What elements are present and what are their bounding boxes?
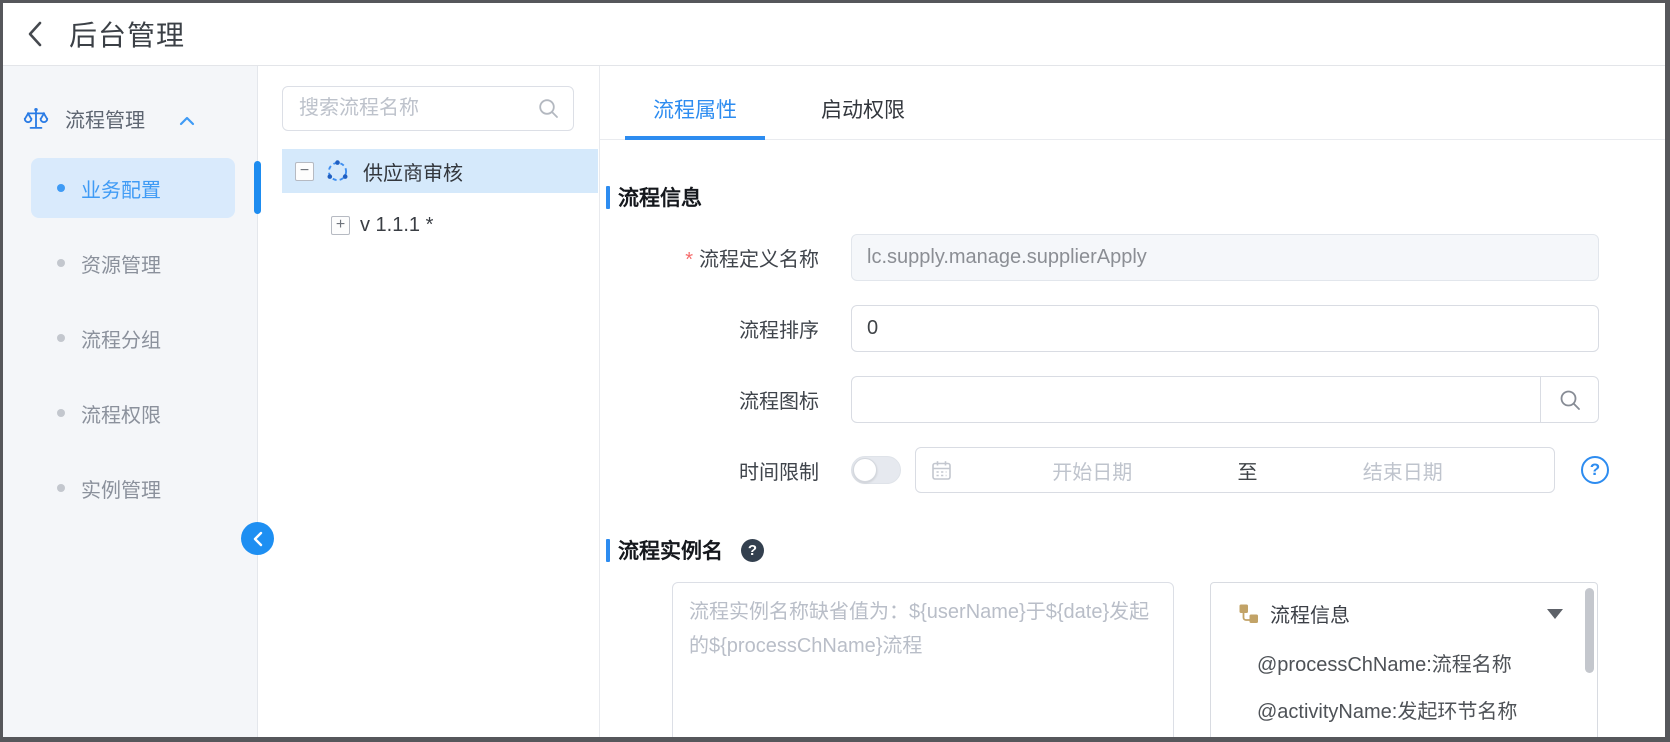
sitemap-icon [1237,602,1260,625]
field-label: 流程图标 [625,385,819,414]
section-accent-bar [606,539,610,562]
search-icon [1558,388,1582,412]
sidebar-group-label: 流程管理 [65,104,145,133]
section-accent-bar [606,186,610,209]
section-header-instance-name: 流程实例名 ? [606,535,1665,565]
panel-scrollbar[interactable] [1585,588,1594,673]
sidebar-item-process-permission[interactable]: 流程权限 [31,383,235,443]
bullet-dot-icon [57,409,65,417]
balance-scale-icon [23,106,49,132]
required-asterisk: * [685,249,693,271]
bullet-dot-icon [57,184,65,192]
tree-node-version[interactable]: + v 1.1.1 * [282,207,599,243]
sidebar-item-instance-management[interactable]: 实例管理 [31,458,235,518]
icon-search-button[interactable] [1541,376,1599,423]
variable-group-label: 流程信息 [1270,599,1350,628]
field-label: 时间限制 [625,456,819,485]
end-date-placeholder: 结束日期 [1264,456,1543,485]
sidebar-nav: 业务配置 资源管理 流程分组 流程权限 实例管理 [3,158,257,518]
variable-item-activityName[interactable]: @activityName:发起环节名称 [1257,689,1597,736]
tab-process-properties[interactable]: 流程属性 [625,94,765,140]
back-button[interactable] [19,17,53,51]
tree-node-label: v 1.1.1 * [360,214,433,237]
time-limit-help-icon[interactable]: ? [1581,456,1609,484]
date-range-picker[interactable]: 开始日期 至 结束日期 [915,447,1555,493]
variable-list: @processChName:流程名称 @activityName:发起环节名称 [1257,642,1597,736]
sidebar-item-label: 实例管理 [81,474,161,503]
bullet-dot-icon [57,259,65,267]
search-icon [537,97,560,120]
process-icon-input[interactable] [851,376,1541,423]
caret-down-icon [1547,609,1563,619]
tree-node-supplier-review[interactable]: − 供应商审核 [282,149,598,193]
expand-expander-icon[interactable]: + [331,216,350,235]
header: 后台管理 [3,3,1665,66]
page-title: 后台管理 [69,14,185,54]
start-date-placeholder: 开始日期 [953,456,1232,485]
instance-name-row: 流程信息 @processChName:流程名称 @activityName:发… [672,582,1665,737]
sidebar-item-label: 流程分组 [81,324,161,353]
process-cycle-icon [324,158,351,185]
collapse-expander-icon[interactable]: − [295,162,314,181]
sidebar-group-process-management[interactable]: 流程管理 [3,66,257,133]
calendar-icon [930,459,953,482]
process-tree: − 供应商审核 + v 1.1.1 * [282,149,599,243]
sidebar-item-process-group[interactable]: 流程分组 [31,308,235,368]
instance-name-textarea[interactable] [672,582,1174,737]
bullet-dot-icon [57,484,65,492]
definition-name-input[interactable] [851,234,1599,281]
process-tree-panel: − 供应商审核 + v 1.1.1 * [258,66,600,737]
form-row-definition-name: *流程定义名称 [625,234,1665,281]
sidebar-item-business-config[interactable]: 业务配置 [31,158,235,218]
tab-start-permission[interactable]: 启动权限 [793,94,933,140]
section-header-process-info: 流程信息 [606,182,1665,212]
toggle-knob [853,458,877,482]
process-info-form: *流程定义名称 流程排序 流程图标 [625,234,1665,493]
sidebar-item-label: 流程权限 [81,399,161,428]
section-title: 流程实例名 [618,535,723,565]
variable-group-process-info[interactable]: 流程信息 [1237,599,1577,628]
app-window: 后台管理 流程管理 [0,0,1670,742]
instance-name-help-icon[interactable]: ? [741,539,764,562]
bullet-dot-icon [57,334,65,342]
sidebar-item-resource-management[interactable]: 资源管理 [31,233,235,293]
chevron-up-icon [179,116,195,126]
chevron-left-icon [24,19,48,49]
section-title: 流程信息 [618,182,702,212]
chevron-left-icon [251,531,264,547]
field-label: 流程排序 [625,314,819,343]
sidebar-collapse-button[interactable] [241,522,274,555]
sidebar: 流程管理 业务配置 资源管理 流程分组 [3,66,258,737]
time-limit-toggle[interactable] [851,456,901,484]
form-row-process-order: 流程排序 [625,305,1665,352]
tab-bar: 流程属性 启动权限 [600,94,1665,140]
date-separator: 至 [1232,456,1264,485]
active-item-indicator [254,161,261,214]
sidebar-item-label: 资源管理 [81,249,161,278]
form-row-time-limit: 时间限制 [625,447,1665,493]
field-label: *流程定义名称 [625,243,819,272]
search-box [282,86,574,131]
search-input[interactable] [282,86,574,131]
tree-node-label: 供应商审核 [363,157,463,186]
main-content: 流程属性 启动权限 流程信息 *流程定义名称 流程排序 [600,66,1665,737]
variable-picker-panel: 流程信息 @processChName:流程名称 @activityName:发… [1210,582,1598,737]
variable-item-processChName[interactable]: @processChName:流程名称 [1257,642,1597,689]
form-row-process-icon: 流程图标 [625,376,1665,423]
sidebar-item-label: 业务配置 [81,174,161,203]
process-order-input[interactable] [851,305,1599,352]
